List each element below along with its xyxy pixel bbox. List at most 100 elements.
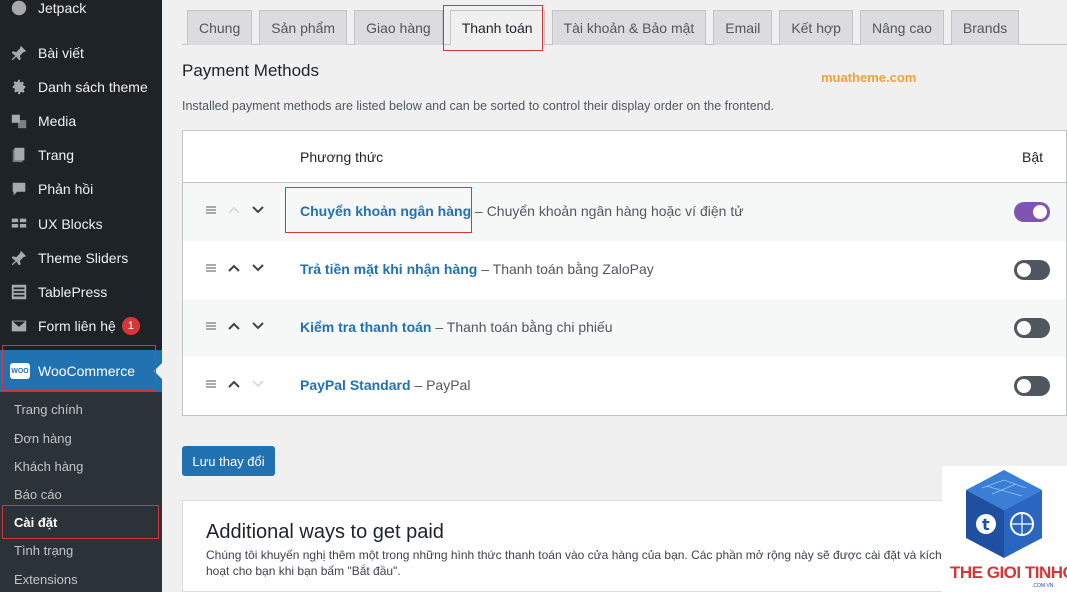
tab-accounts-privacy[interactable]: Tài khoản & Bảo mật — [551, 10, 707, 45]
tab-products[interactable]: Sản phẩm — [259, 10, 348, 45]
move-up-icon[interactable] — [226, 376, 242, 392]
sidebar-item-theme-sliders[interactable]: Theme Sliders — [0, 242, 162, 274]
sidebar-item-themes[interactable]: Danh sách theme — [0, 71, 162, 103]
move-up-icon[interactable] — [226, 202, 242, 218]
sidebar-item-tablepress[interactable]: TablePress — [0, 276, 162, 308]
sidebar-item-label: Media — [38, 113, 77, 129]
payment-method-cell: Chuyển khoản ngân hàng – Chuyển khoản ng… — [300, 203, 744, 219]
enable-toggle[interactable] — [1014, 260, 1050, 280]
section-title: Additional ways to get paid — [206, 521, 444, 543]
table-icon — [9, 282, 29, 302]
section-description: Chúng tôi khuyến nghị thêm một trong nhữ… — [206, 548, 942, 578]
payment-method-link[interactable]: PayPal Standard — [300, 377, 411, 393]
drag-handle-icon[interactable] — [203, 202, 219, 218]
tab-advanced[interactable]: Nâng cao — [859, 10, 944, 45]
table-row: Chuyển khoản ngân hàng – Chuyển khoản ng… — [183, 183, 1066, 241]
move-down-icon[interactable] — [250, 376, 266, 392]
brand-name: THE GIOI TINHOC — [950, 563, 1067, 582]
watermark-text: muatheme.com — [821, 70, 917, 85]
brand-logo: t THE GIOI TINHOC .COM.VN — [942, 466, 1067, 592]
sidebar-item-label: UX Blocks — [38, 216, 103, 232]
payment-method-link[interactable]: Trả tiền mặt khi nhận hàng — [300, 261, 477, 277]
payment-method-link[interactable]: Chuyển khoản ngân hàng — [300, 203, 471, 219]
sidebar-item-label: TablePress — [38, 284, 108, 300]
tab-brands[interactable]: Brands — [950, 10, 1020, 45]
table-row: Kiểm tra thanh toán – Thanh toán bằng ch… — [183, 299, 1066, 357]
table-header: Phương thức Bật — [183, 131, 1066, 183]
move-up-icon[interactable] — [226, 318, 242, 334]
move-up-icon[interactable] — [226, 260, 242, 276]
additional-payments-panel: Additional ways to get paid Chúng tôi kh… — [182, 500, 1067, 592]
sidebar-item-contact-form[interactable]: Form liên hệ 1 — [0, 310, 162, 342]
toggle-knob — [1033, 205, 1047, 219]
enable-toggle[interactable] — [1014, 376, 1050, 396]
sidebar-item-label: WooCommerce — [38, 363, 135, 379]
notification-badge: 1 — [121, 317, 140, 335]
payment-method-desc: – Thanh toán bằng ZaloPay — [477, 261, 654, 277]
table-row: PayPal Standard – PayPal — [183, 357, 1066, 415]
move-down-icon[interactable] — [250, 202, 266, 218]
payment-method-desc: – Thanh toán bằng chi phiếu — [431, 319, 613, 335]
woocommerce-icon: WOO — [10, 363, 30, 379]
enable-toggle[interactable] — [1014, 202, 1050, 222]
drag-handle-icon[interactable] — [203, 260, 219, 276]
drag-handle-icon[interactable] — [203, 376, 219, 392]
sidebar-item-woocommerce[interactable]: WOO WooCommerce — [0, 350, 162, 392]
submenu-item-extensions[interactable]: Extensions — [14, 565, 78, 592]
brand-domain: .COM.VN — [1032, 583, 1054, 589]
submenu-item-settings[interactable]: Cài đặt — [14, 508, 57, 536]
payment-method-link[interactable]: Kiểm tra thanh toán — [300, 319, 431, 335]
column-header-enabled: Bật — [1022, 149, 1044, 165]
submenu-item-status[interactable]: Tình trạng — [14, 536, 73, 564]
move-down-icon[interactable] — [250, 260, 266, 276]
media-icon — [9, 111, 29, 131]
payment-method-desc: – PayPal — [410, 377, 471, 393]
cube-logo-icon: t — [966, 470, 1042, 558]
sidebar-item-label: Danh sách theme — [38, 79, 148, 95]
pin-icon — [9, 43, 29, 63]
submenu-item-home[interactable]: Trang chính — [14, 395, 83, 423]
sidebar-item-pages[interactable]: Trang — [0, 139, 162, 171]
tab-integration[interactable]: Kết hợp — [779, 10, 853, 45]
tab-general[interactable]: Chung — [187, 10, 253, 45]
move-down-icon[interactable] — [250, 318, 266, 334]
page-icon — [9, 145, 29, 165]
payment-method-desc: – Chuyển khoản ngân hàng hoặc ví điện tử — [471, 203, 744, 219]
sidebar-item-label: Bài viết — [38, 45, 84, 61]
submenu-item-customers[interactable]: Khách hàng — [14, 452, 83, 480]
submenu-item-orders[interactable]: Đơn hàng — [14, 424, 72, 452]
tab-email[interactable]: Email — [713, 10, 773, 45]
jetpack-icon — [9, 0, 29, 18]
sidebar-item-label: Trang — [38, 147, 75, 163]
payment-methods-table: Phương thức Bật Chuyển khoản ngân hàng –… — [182, 130, 1067, 416]
tab-payments[interactable]: Thanh toán — [449, 10, 545, 45]
sidebar-item-comments[interactable]: Phản hồi — [0, 173, 162, 205]
sidebar-item-ux-blocks[interactable]: UX Blocks — [0, 208, 162, 240]
comment-icon — [9, 179, 29, 199]
payment-method-cell: Kiểm tra thanh toán – Thanh toán bằng ch… — [300, 319, 613, 335]
blocks-icon — [9, 214, 29, 234]
sidebar-item-media[interactable]: Media — [0, 105, 162, 137]
pin-icon — [9, 248, 29, 268]
payment-method-cell: Trả tiền mặt khi nhận hàng – Thanh toán … — [300, 261, 654, 277]
toggle-knob — [1017, 263, 1031, 277]
sidebar-item-posts[interactable]: Bài viết — [0, 37, 162, 69]
drag-handle-icon[interactable] — [203, 318, 219, 334]
toggle-knob — [1017, 379, 1031, 393]
mail-icon — [9, 316, 29, 336]
table-row: Trả tiền mặt khi nhận hàng – Thanh toán … — [183, 241, 1066, 299]
submenu-item-reports[interactable]: Báo cáo — [14, 480, 62, 508]
settings-tabs: Chung Sản phẩm Giao hàng Thanh toán Tài … — [187, 10, 1020, 45]
tab-shipping[interactable]: Giao hàng — [354, 10, 443, 45]
sidebar-item-label: Theme Sliders — [38, 250, 129, 266]
woocommerce-submenu: Trang chính Đơn hàng Khách hàng Báo cáo … — [0, 392, 162, 592]
payment-method-cell: PayPal Standard – PayPal — [300, 377, 470, 393]
sidebar-item-label: Phản hồi — [38, 181, 94, 197]
toggle-knob — [1017, 321, 1031, 335]
page-description: Installed payment methods are listed bel… — [182, 99, 775, 113]
sidebar-item-jetpack[interactable]: Jetpack — [0, 0, 162, 24]
save-changes-button[interactable]: Lưu thay đổi — [182, 446, 275, 476]
column-header-method: Phương thức — [300, 149, 384, 165]
enable-toggle[interactable] — [1014, 318, 1050, 338]
sidebar-item-label: Form liên hệ — [38, 318, 116, 334]
